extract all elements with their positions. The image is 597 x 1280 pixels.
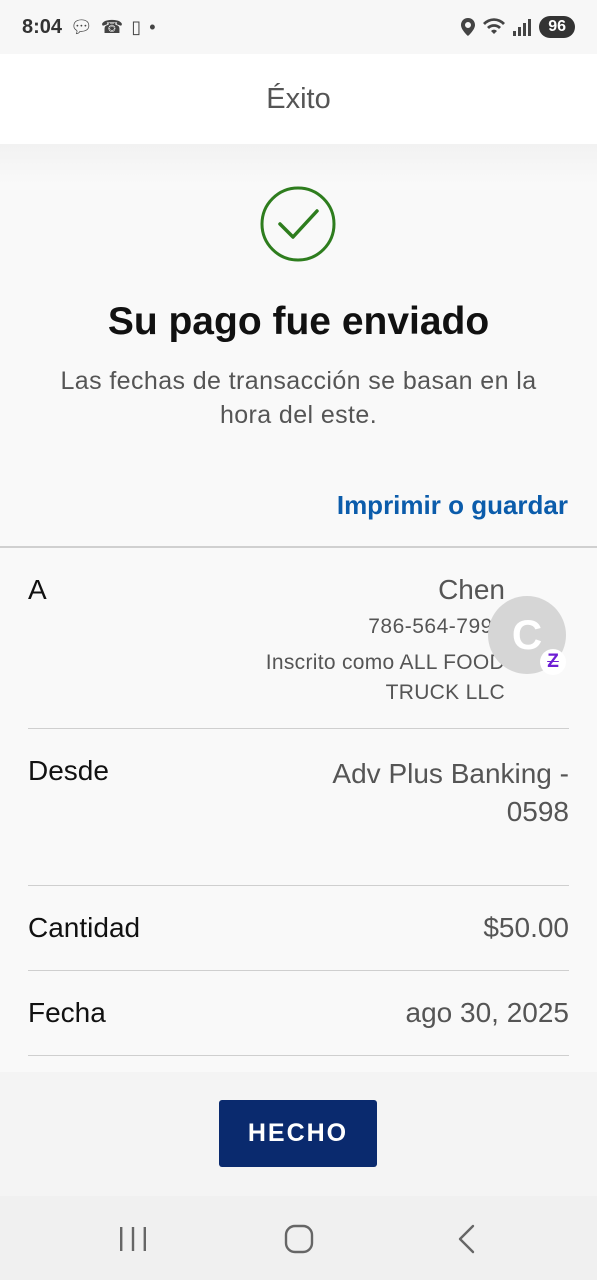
divider xyxy=(28,1055,569,1056)
whatsapp-icon: ☎︎ xyxy=(100,16,124,37)
status-bar-right: 96 xyxy=(461,16,575,38)
avatar-initial: C xyxy=(511,611,543,658)
confirmation-panel: Su pago fue enviado Las fechas de transa… xyxy=(0,144,597,546)
back-icon[interactable] xyxy=(455,1224,479,1254)
signal-icon xyxy=(513,19,532,36)
check-circle-icon xyxy=(260,186,336,262)
to-label: A xyxy=(28,574,47,605)
done-button[interactable]: HECHO xyxy=(219,1100,377,1167)
home-icon[interactable] xyxy=(284,1224,314,1254)
detail-row-amount: Cantidad $50.00 xyxy=(28,886,569,970)
date-value: ago 30, 2025 xyxy=(405,997,570,1028)
status-bar-left: 8:04 💬︎ ☎︎ ▯ • xyxy=(22,16,156,39)
status-time: 8:04 xyxy=(22,15,63,38)
wifi-icon xyxy=(483,18,506,34)
battery-indicator: 96 xyxy=(539,16,575,38)
status-bar: 8:04 💬︎ ☎︎ ▯ • 96 xyxy=(0,0,597,54)
from-account: Adv Plus Banking - 0598 xyxy=(332,758,569,827)
zelle-badge-letter: Z xyxy=(547,651,559,672)
amount-value: $50.00 xyxy=(483,912,569,943)
confirmation-subtext: Las fechas de transacción se basan en la… xyxy=(60,367,537,429)
payment-details: A Chen 786-564-7994 Inscrito como ALL FO… xyxy=(0,548,597,1072)
app-bar: Éxito xyxy=(0,54,597,144)
recipient-phone: 786-564-7994 xyxy=(368,615,505,638)
detail-row-from: Desde Adv Plus Banking - 0598 xyxy=(28,729,569,885)
recipient-name: Chen xyxy=(438,574,505,605)
navigation-bar xyxy=(0,1196,597,1280)
from-label: Desde xyxy=(28,755,109,786)
detail-row-date: Fecha ago 30, 2025 xyxy=(28,971,569,1055)
dot-icon: • xyxy=(149,16,156,37)
confirmation-headline: Su pago fue enviado xyxy=(107,300,490,343)
amount-label: Cantidad xyxy=(28,912,141,943)
zelle-icon: Z xyxy=(540,649,566,675)
recent-apps-icon[interactable] xyxy=(118,1226,148,1252)
phone-icon: ▯ xyxy=(131,16,142,37)
location-icon xyxy=(461,18,476,36)
page-title: Éxito xyxy=(266,82,331,115)
date-label: Fecha xyxy=(28,997,106,1028)
messages-icon: 💬︎ xyxy=(70,16,93,37)
footer: HECHO xyxy=(0,1072,597,1196)
print-or-save-link[interactable]: Imprimir o guardar xyxy=(337,490,568,521)
recipient-enrolled-as: Inscrito como ALL FOOD TRUCK LLC xyxy=(265,651,505,704)
